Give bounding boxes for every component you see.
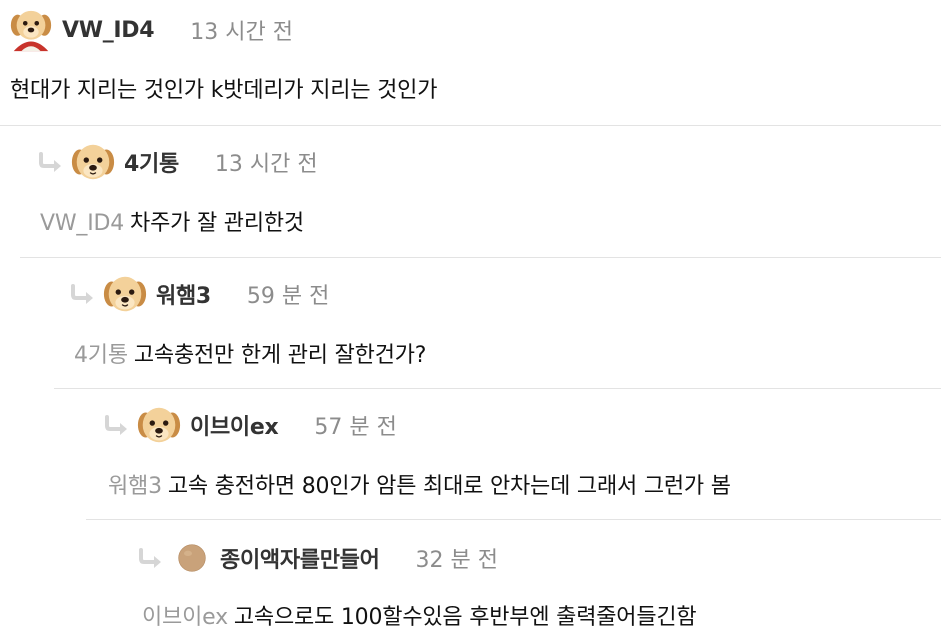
comment-header: 종이액자를만들어 32 분 전 [138,538,498,578]
timestamp: 13 시간 전 [190,20,293,45]
reply-arrow-icon [38,152,64,172]
divider [54,388,941,389]
timestamp: 57 분 전 [314,415,397,440]
comment-text: 고속충전만 한게 관리 잘한건가? [133,343,427,368]
comment-text: 차주가 잘 관리한것 [130,211,304,236]
author-name[interactable]: 종이액자를만들어 [220,542,380,574]
timestamp: 13 시간 전 [214,152,318,177]
reply-arrow-icon [104,415,130,435]
comment-header: 워햄3 59 분 전 [70,274,329,314]
mention[interactable]: 워햄3 [108,474,162,499]
author-name[interactable]: 이브이ex [190,409,279,441]
comment-header: VW_ID4 13 시간 전 [8,10,293,50]
mention[interactable]: 4기통 [74,343,128,368]
comment-text: 고속으로도 100할수있음 후반부엔 출력줄어들긴함 [233,605,697,630]
divider [20,257,941,258]
mention[interactable]: 이브이ex [142,605,228,630]
comment-text: 고속 충전하면 80인가 암튼 최대로 안차는데 그래서 그런가 봄 [167,474,731,499]
divider [86,519,941,520]
comment-body: 이브이ex 고속으로도 100할수있음 후반부엔 출력줄어들긴함 [142,599,697,631]
reply-arrow-icon [138,548,164,568]
comment-header: 이브이ex 57 분 전 [104,405,397,445]
comment-body: 4기통 고속충전만 한게 관리 잘한건가? [74,337,426,369]
puppy-king-icon[interactable] [8,7,54,53]
timestamp: 59 분 전 [246,284,330,309]
comment-text: 현대가 지리는 것인가 k밧데리가 지리는 것인가 [10,78,438,103]
comment-body: VW_ID4 차주가 잘 관리한것 [40,205,304,237]
author-name[interactable]: 워햄3 [156,278,211,310]
reply-arrow-icon [70,284,96,304]
author-name[interactable]: 4기통 [124,146,179,178]
puppy-icon[interactable] [136,402,182,448]
comment-body: 현대가 지리는 것인가 k밧데리가 지리는 것인가 [10,72,437,104]
comment-body: 워햄3 고속 충전하면 80인가 암튼 최대로 안차는데 그래서 그런가 봄 [108,468,731,500]
timestamp: 32 분 전 [415,548,498,573]
author-name[interactable]: VW_ID4 [62,18,155,43]
divider [0,125,941,126]
puppy-icon[interactable] [70,139,116,185]
egg-avatar-icon[interactable] [176,542,208,574]
mention[interactable]: VW_ID4 [40,211,124,236]
comment-header: 4기통 13 시간 전 [38,142,318,182]
puppy-icon[interactable] [102,271,148,317]
